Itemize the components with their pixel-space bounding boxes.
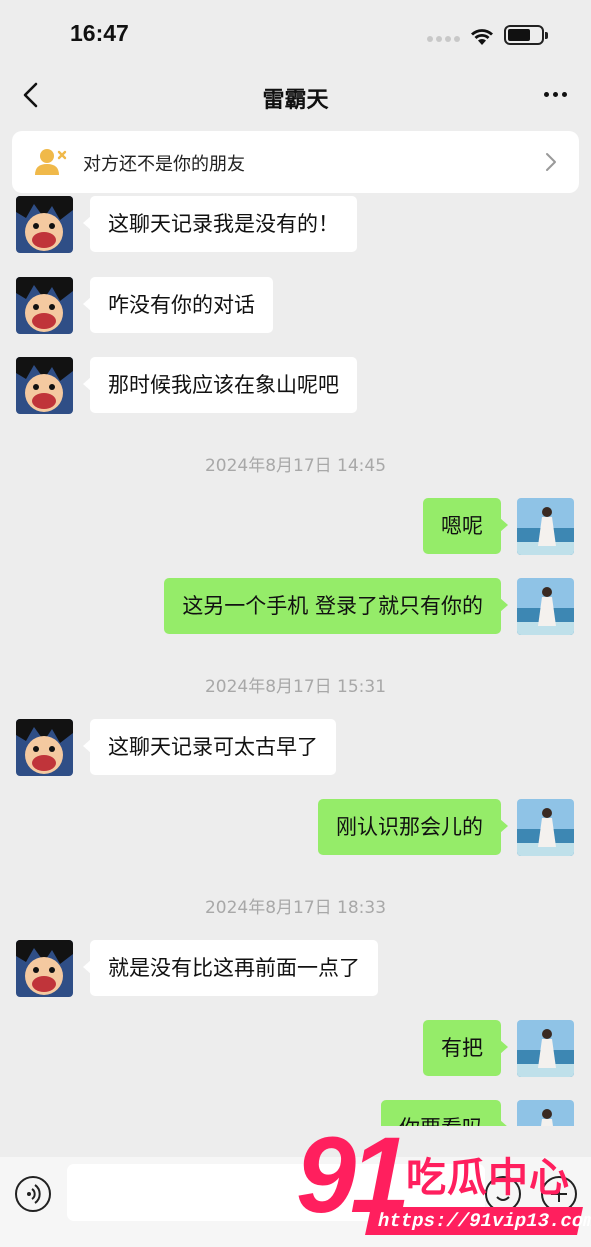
message-bubble-received[interactable]: 这聊天记录可太古早了 [83, 719, 336, 775]
message-bubble-received[interactable]: 就是没有比这再前面一点了 [83, 940, 378, 996]
my-avatar[interactable] [517, 1020, 574, 1077]
contact-avatar[interactable] [16, 196, 73, 253]
message-bubble-sent[interactable]: 嗯呢 [423, 498, 508, 554]
my-avatar[interactable] [517, 799, 574, 856]
contact-avatar[interactable] [16, 357, 73, 414]
voice-input-button[interactable] [15, 1176, 51, 1212]
chevron-right-icon [546, 153, 556, 171]
contact-avatar[interactable] [16, 277, 73, 334]
message-bubble-sent[interactable]: 有把 [423, 1020, 508, 1076]
message-bubble-received[interactable]: 那时候我应该在象山呢吧 [83, 357, 357, 413]
contact-avatar[interactable] [16, 940, 73, 997]
more-options-icon[interactable] [544, 92, 567, 97]
watermark-title: 吃瓜中心 [406, 1155, 570, 1201]
watermark-url: https://91vip13.com [365, 1207, 591, 1235]
chat-title: 雷霸天 [262, 88, 329, 113]
contact-avatar[interactable] [16, 719, 73, 776]
message-bubble-sent[interactable]: 这另一个手机 登录了就只有你的 [164, 578, 508, 634]
cellular-signal-icon [427, 36, 460, 42]
banner-text: 对方还不是你的朋友 [83, 154, 245, 175]
message-timestamp: 2024年8月17日 18:33 [204, 898, 387, 918]
battery-icon [504, 25, 548, 45]
person-not-friend-icon [35, 149, 67, 175]
site-watermark: 91 吃瓜中心 https://91vip13.com [296, 1121, 591, 1247]
voice-icon [27, 1184, 41, 1204]
status-bar: 16:47 [0, 0, 591, 66]
not-friend-banner[interactable]: 对方还不是你的朋友 [12, 131, 579, 193]
message-bubble-sent[interactable]: 刚认识那会儿的 [318, 799, 508, 855]
my-avatar[interactable] [517, 1100, 574, 1126]
message-bubble-received[interactable]: 咋没有你的对话 [83, 277, 273, 333]
message-timestamp: 2024年8月17日 14:45 [204, 456, 387, 476]
nav-bar: 雷霸天 [0, 66, 591, 126]
my-avatar[interactable] [517, 578, 574, 635]
status-time: 16:47 [70, 20, 129, 46]
my-avatar[interactable] [517, 498, 574, 555]
wifi-icon [471, 29, 493, 45]
message-bubble-received[interactable]: 这聊天记录我是没有的！ [83, 196, 357, 252]
chat-message-list[interactable]: 这聊天记录我是没有的！ 咋没有你的对话 那时候我应该在象山呢吧 2024年8月1… [0, 196, 591, 1126]
message-timestamp: 2024年8月17日 15:31 [204, 677, 387, 697]
